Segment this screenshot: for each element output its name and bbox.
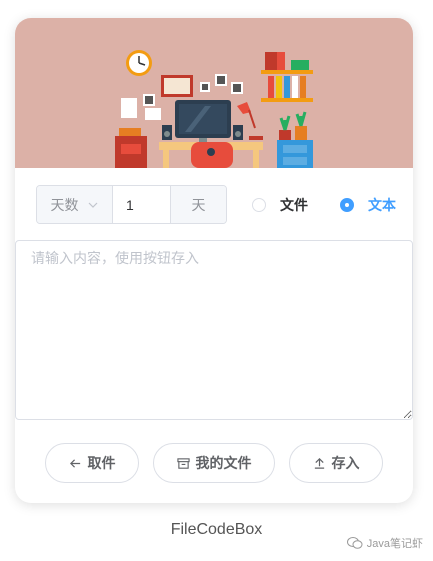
radio-text[interactable]: 文本: [340, 195, 396, 215]
expiry-value-input[interactable]: [113, 186, 170, 223]
options-row: 天数 天 文件 文本: [36, 185, 396, 224]
banner-illustration: [15, 18, 413, 168]
save-button-label: 存入: [331, 455, 360, 471]
desk-illustration: [115, 50, 313, 168]
fetch-button[interactable]: 取件: [45, 443, 139, 483]
radio-text-label: 文本: [368, 196, 396, 213]
action-buttons: 取件 我的文件 存入: [45, 443, 383, 483]
my-files-button-label: 我的文件: [195, 455, 252, 471]
upload-icon: [314, 457, 324, 469]
box-icon: [176, 457, 190, 469]
chevron-down-icon: [88, 202, 97, 208]
radio-text-circle: [340, 197, 354, 212]
expiry-unit-select[interactable]: 天数: [37, 186, 113, 223]
watermark-text: Java笔记虾: [366, 538, 423, 550]
wechat-icon: [346, 537, 363, 549]
expiry-suffix: 天: [170, 186, 226, 223]
expiry-group: 天数 天: [36, 185, 227, 224]
arrow-left-icon: [69, 458, 80, 468]
radio-file[interactable]: 文件: [252, 195, 308, 215]
main-card: 天数 天 文件 文本 取件 我的文件 存入: [15, 18, 413, 503]
save-button[interactable]: 存入: [289, 443, 383, 483]
radio-file-label: 文件: [280, 196, 308, 213]
radio-file-circle: [252, 197, 266, 212]
fetch-button-label: 取件: [87, 455, 116, 471]
my-files-button[interactable]: 我的文件: [153, 443, 275, 483]
content-textarea[interactable]: [15, 240, 413, 420]
watermark: Java笔记虾: [346, 535, 423, 551]
expiry-unit-label: 天数: [50, 196, 79, 213]
